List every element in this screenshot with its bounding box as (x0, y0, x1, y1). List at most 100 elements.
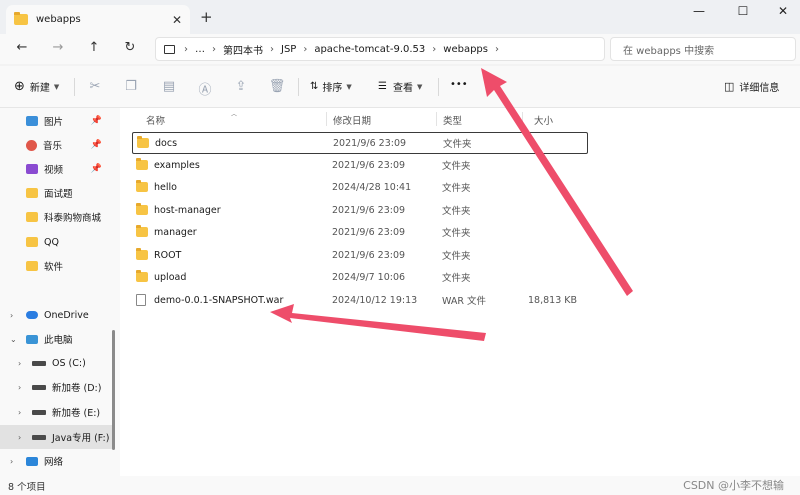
share-icon[interactable]: ⇪ (232, 79, 250, 94)
sort-ascending-icon: ︿ (231, 111, 238, 118)
table-row[interactable]: host-manager 2021/9/6 23:09 文件夹 (132, 199, 588, 221)
computer-icon (164, 44, 175, 54)
breadcrumb-more[interactable]: … (195, 44, 205, 55)
copy-icon[interactable]: ❐ (122, 79, 140, 94)
breadcrumb-item[interactable]: webapps (443, 44, 488, 55)
chevron-right-icon: › (184, 43, 188, 55)
paste-icon[interactable]: ▤ (160, 79, 178, 94)
chevron-right-icon[interactable]: › (10, 457, 22, 466)
more-options-button[interactable]: ••• (450, 79, 468, 90)
folder-icon (136, 203, 148, 215)
table-row[interactable]: upload 2024/9/7 10:06 文件夹 (132, 266, 588, 288)
column-header-type[interactable]: 类型 (443, 113, 462, 127)
folder-icon (14, 12, 28, 25)
details-pane-icon: ◫ (724, 80, 735, 93)
file-type: 文件夹 (442, 206, 471, 217)
new-button-label: 新建 (29, 83, 50, 94)
sidebar-item-label: OS (C:) (52, 357, 86, 369)
chevron-right-icon[interactable]: › (18, 383, 30, 392)
column-header-modified[interactable]: 修改日期 (333, 113, 371, 127)
forward-button[interactable]: → (48, 40, 68, 55)
navigation-bar: ← → ↑ ↻ › … › 第四本书 › JSP › apache-tomcat… (0, 34, 800, 64)
delete-icon[interactable]: 🗑 (268, 79, 286, 94)
sidebar-item-onedrive[interactable]: › OneDrive (0, 304, 114, 326)
sidebar-item-label: 面试题 (44, 189, 73, 200)
chevron-right-icon[interactable]: › (18, 359, 30, 368)
table-row[interactable]: examples 2021/9/6 23:09 文件夹 (132, 154, 588, 176)
sidebar-item-mall[interactable]: 科泰购物商城 (0, 206, 114, 228)
tab-webapps[interactable]: webapps ✕ (6, 5, 190, 34)
toolbar-divider (74, 78, 75, 96)
column-divider[interactable] (436, 112, 437, 126)
pin-icon: 📌 (90, 164, 102, 174)
sidebar-item-label: 科泰购物商城 (44, 213, 102, 224)
column-header-size[interactable]: 大小 (534, 113, 553, 127)
table-row[interactable]: ROOT 2021/9/6 23:09 文件夹 (132, 244, 588, 266)
sidebar-item-software[interactable]: 软件 (0, 255, 114, 277)
back-button[interactable]: ← (12, 40, 32, 55)
chevron-down-icon[interactable]: ⌄ (10, 335, 22, 344)
sort-icon: ⇅ (310, 81, 319, 92)
breadcrumb-item[interactable]: apache-tomcat-9.0.53 (314, 44, 425, 55)
sidebar-item-music[interactable]: 音乐 📌 (0, 134, 114, 156)
breadcrumb-item[interactable]: 第四本书 (223, 42, 263, 57)
column-header-name[interactable]: 名称 (146, 113, 165, 127)
chevron-right-icon[interactable]: › (18, 408, 30, 417)
address-bar[interactable]: › … › 第四本书 › JSP › apache-tomcat-9.0.53 … (155, 37, 605, 61)
sidebar-item-interview[interactable]: 面试题 (0, 182, 114, 204)
drive-icon (32, 434, 46, 440)
minimize-button[interactable]: — (684, 4, 714, 18)
sidebar-item-drive-e[interactable]: › 新加卷 (E:) (0, 401, 114, 423)
maximize-button[interactable]: ☐ (728, 4, 758, 18)
file-name: upload (154, 271, 187, 283)
details-pane-button[interactable]: ◫ 详细信息 (724, 79, 779, 94)
new-button[interactable]: ⊕ 新建 ▼ (14, 79, 59, 94)
table-row[interactable]: demo-0.0.1-SNAPSHOT.war 2024/10/12 19:13… (132, 289, 588, 311)
folder-icon (136, 158, 148, 170)
file-name: manager (154, 226, 197, 238)
sidebar-item-drive-c[interactable]: › OS (C:) (0, 352, 114, 374)
file-size: 18,813 KB (528, 294, 578, 306)
view-button[interactable]: ☰ 查看 ▼ (378, 79, 422, 94)
sidebar-item-this-pc[interactable]: ⌄ 此电脑 (0, 328, 114, 350)
sidebar-item-pictures[interactable]: 图片 📌 (0, 110, 114, 132)
sidebar-item-videos[interactable]: 视频 📌 (0, 158, 114, 180)
column-divider[interactable] (326, 112, 327, 126)
folder-icon (136, 180, 148, 192)
file-icon (136, 294, 146, 306)
file-date: 2024/9/7 10:06 (332, 271, 406, 283)
sort-button[interactable]: ⇅ 排序 ▼ (310, 79, 352, 94)
sort-button-label: 排序 (322, 83, 343, 94)
column-divider[interactable] (522, 112, 523, 126)
sidebar-item-drive-d[interactable]: › 新加卷 (D:) (0, 376, 114, 398)
new-tab-button[interactable]: + (200, 8, 213, 26)
search-input[interactable]: 在 webapps 中搜索 (610, 37, 796, 61)
pin-icon: 📌 (90, 116, 102, 126)
file-type: 文件夹 (442, 273, 471, 284)
cut-icon[interactable]: ✂ (86, 79, 104, 94)
rename-icon[interactable]: Ⓐ (196, 79, 214, 98)
table-row[interactable]: manager 2021/9/6 23:09 文件夹 (132, 221, 588, 243)
table-row[interactable]: hello 2024/4/28 10:41 文件夹 (132, 176, 588, 198)
file-date: 2024/10/12 19:13 (332, 294, 418, 306)
tab-title: webapps (36, 14, 81, 25)
sidebar-item-qq[interactable]: QQ (0, 231, 114, 253)
view-icon: ☰ (378, 81, 387, 92)
folder-icon (26, 188, 38, 198)
close-window-button[interactable]: ✕ (768, 4, 798, 18)
sidebar-item-drive-f[interactable]: › Java专用 (F:) (0, 425, 114, 449)
sidebar-item-network[interactable]: › 网络 (0, 450, 114, 472)
drive-icon (32, 384, 46, 390)
sidebar-scrollbar[interactable] (112, 330, 115, 450)
breadcrumb-item[interactable]: JSP (281, 44, 296, 55)
up-button[interactable]: ↑ (84, 40, 104, 55)
chevron-right-icon[interactable]: › (18, 433, 30, 442)
file-date: 2021/9/6 23:09 (332, 159, 406, 171)
sidebar-item-label: 图片 (44, 117, 64, 128)
refresh-button[interactable]: ↻ (120, 40, 140, 55)
file-type: 文件夹 (442, 228, 471, 239)
close-tab-icon[interactable]: ✕ (172, 13, 182, 27)
table-row[interactable]: docs 2021/9/6 23:09 文件夹 (132, 132, 588, 154)
chevron-right-icon[interactable]: › (10, 311, 22, 320)
file-date: 2021/9/6 23:09 (332, 226, 406, 238)
